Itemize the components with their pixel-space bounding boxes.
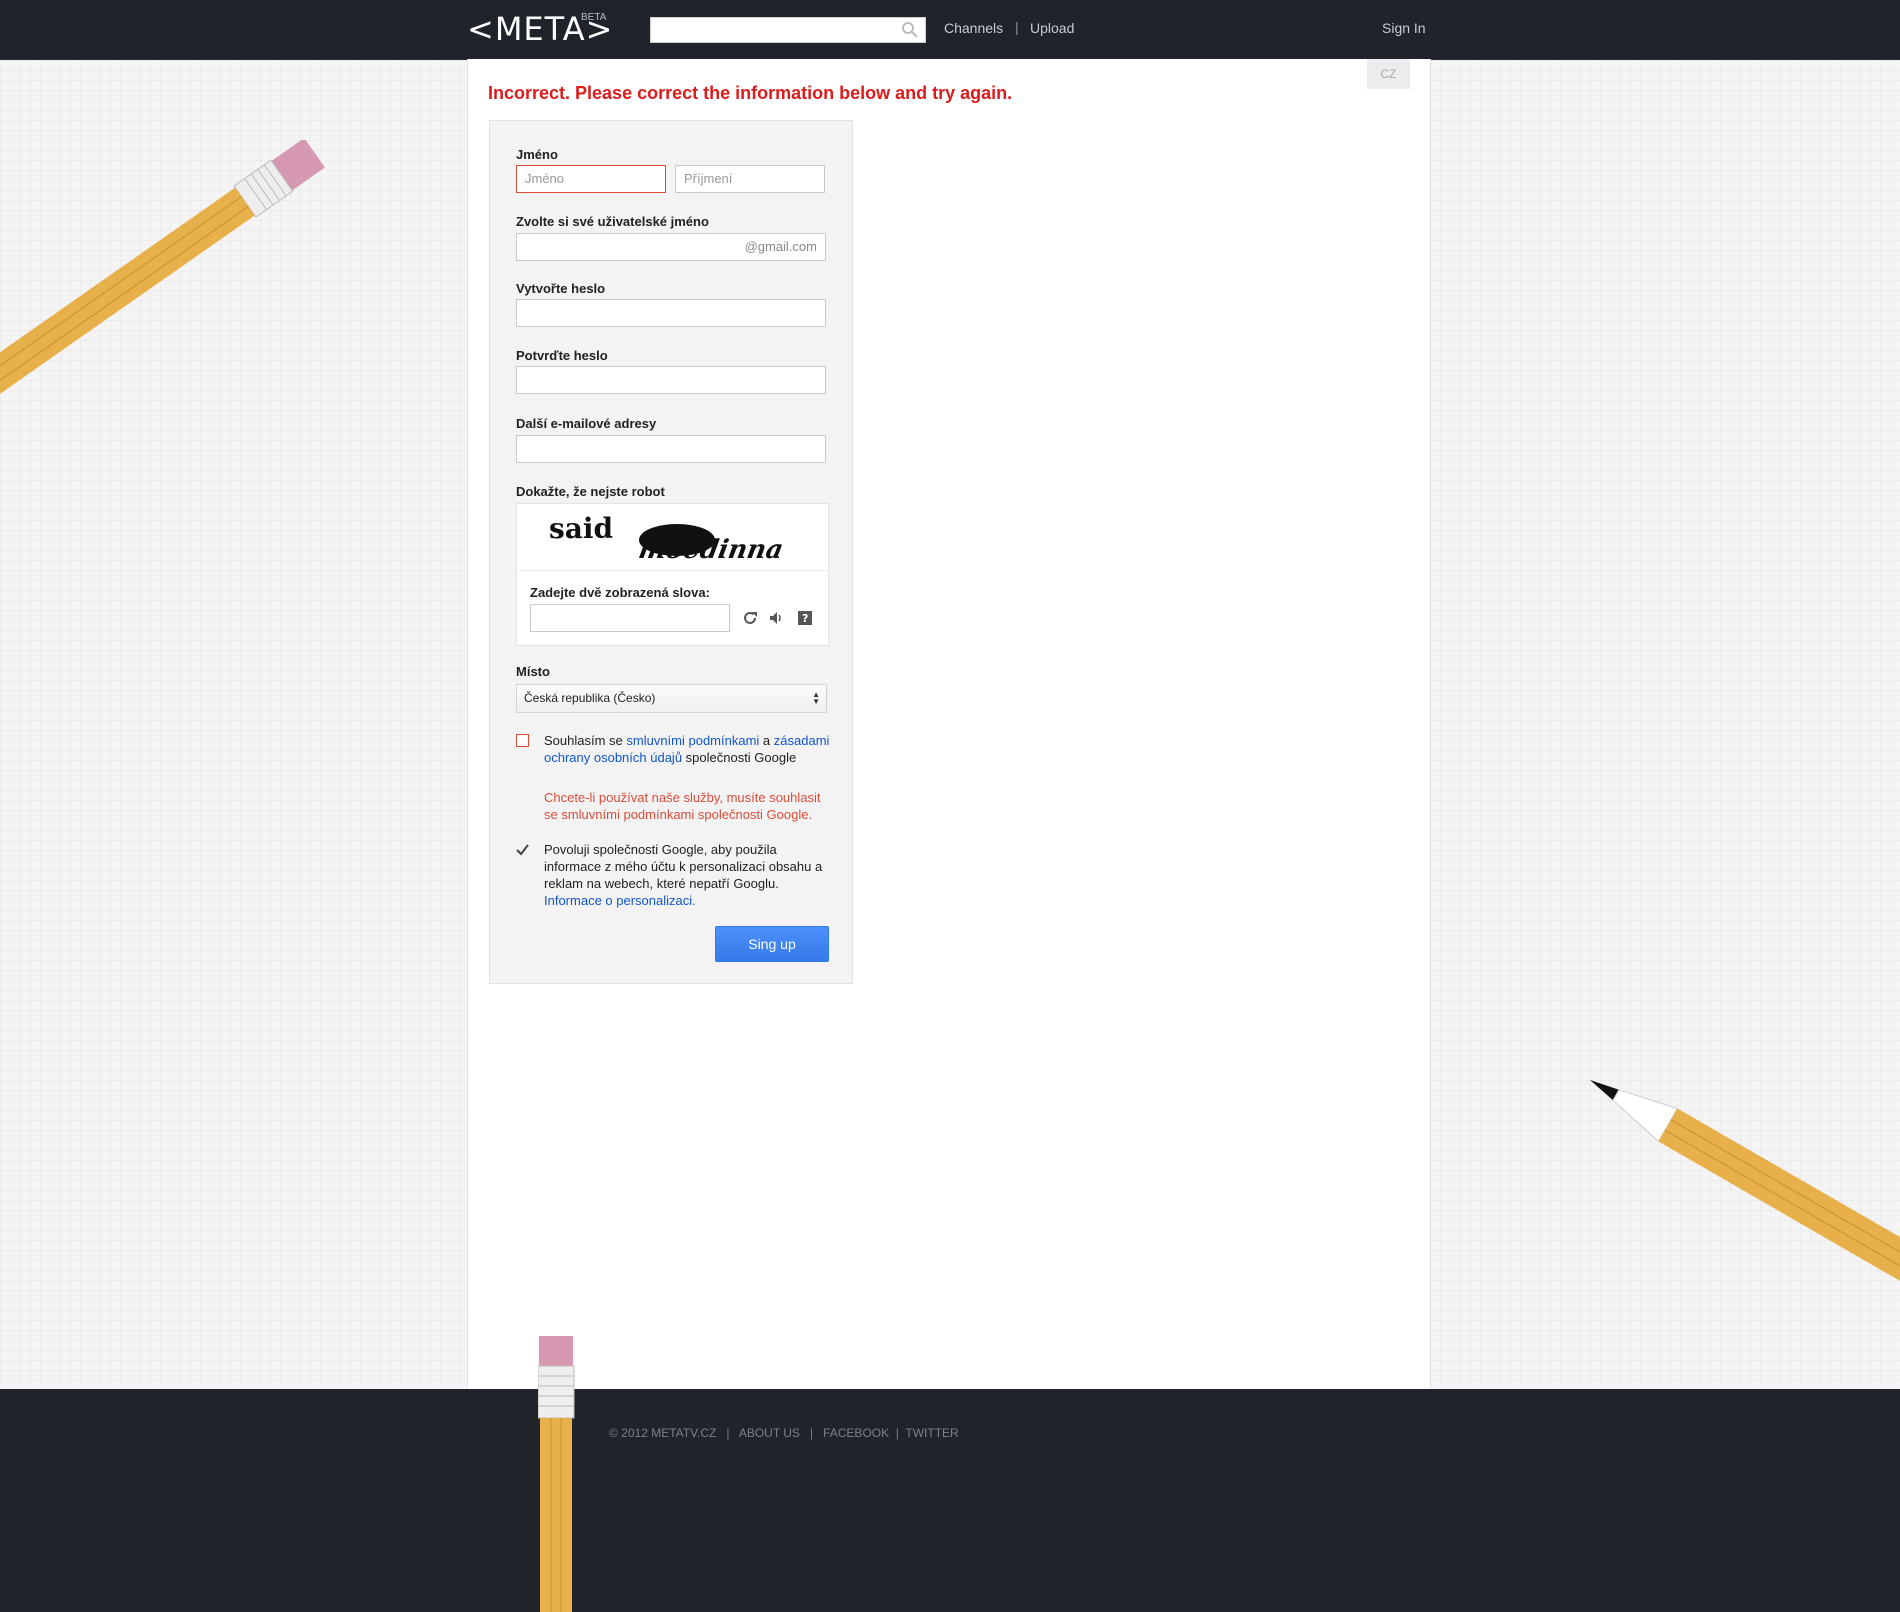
footer-facebook-link[interactable]: FACEBOOK (823, 1426, 889, 1440)
footer (0, 1389, 1900, 1612)
terms-text-prefix: Souhlasím se (544, 733, 627, 748)
nav-upload-link[interactable]: Upload (1030, 20, 1074, 36)
beta-badge: BETA (581, 12, 607, 23)
username-label: Zvolte si své uživatelské jméno (516, 214, 709, 229)
error-message: Incorrect. Please correct the informatio… (488, 83, 1013, 103)
footer-links: © 2012 METATV.CZ | ABOUT US | FACEBOOK |… (609, 1426, 959, 1440)
refresh-icon[interactable] (742, 610, 758, 626)
footer-separator: | (809, 1426, 814, 1440)
personalization-info-link[interactable]: Informace o personalizaci (544, 893, 692, 908)
username-input[interactable]: @gmail.com (516, 233, 826, 261)
audio-icon[interactable] (768, 610, 784, 626)
captcha-prompt: Zadejte dvě zobrazená slova: (530, 585, 710, 600)
personalization-link-suffix: . (692, 893, 696, 908)
gmail-suffix: @gmail.com (744, 239, 817, 254)
location-label: Místo (516, 664, 550, 679)
footer-copyright: © 2012 METATV.CZ (609, 1426, 717, 1440)
search-input[interactable] (650, 17, 926, 43)
checkmark-icon (516, 844, 529, 856)
captcha-label: Dokažte, že nejste robot (516, 484, 665, 499)
captcha-word-1: said (549, 512, 613, 545)
footer-twitter-link[interactable]: TWITTER (905, 1426, 958, 1440)
sign-up-button[interactable]: Sing up (715, 926, 829, 962)
password-input[interactable] (516, 299, 826, 327)
personalization-text: Povoluji společnosti Google, aby použila… (544, 841, 834, 909)
footer-separator: | (895, 1426, 899, 1440)
captcha-word-2: moedinna (636, 534, 785, 565)
captcha-widget: said moedinna Zadejte dvě zobrazená slov… (516, 503, 829, 646)
last-name-input[interactable]: Příjmení (675, 165, 825, 193)
pencil-illustration-footer (538, 1336, 575, 1612)
terms-error-message: Chcete-li používat naše služby, musíte s… (544, 790, 821, 822)
personalization-text-body: Povoluji společnosti Google, aby použila… (544, 842, 823, 891)
footer-separator: | (726, 1426, 730, 1440)
svg-text:?: ? (802, 612, 808, 625)
password-label: Vytvořte heslo (516, 281, 606, 296)
search-icon[interactable] (901, 21, 919, 39)
first-name-input[interactable]: Jméno (516, 165, 666, 193)
captcha-image: said moedinna (517, 504, 828, 571)
help-icon[interactable]: ? (797, 610, 813, 626)
nav-separator: | (1015, 19, 1019, 35)
terms-of-service-link[interactable]: smluvními podmínkami (626, 733, 759, 748)
select-arrows-icon: ▲ ▼ (812, 690, 820, 706)
confirm-password-input[interactable] (516, 366, 826, 394)
terms-text-mid: a (759, 733, 771, 748)
language-button[interactable]: CZ (1367, 59, 1410, 89)
confirm-password-label: Potvrďte heslo (516, 348, 608, 363)
personalization-checkbox[interactable] (516, 843, 529, 856)
location-selected-value: Česká republika (Česko) (524, 691, 656, 705)
location-select[interactable]: Česká republika (Česko) ▲ ▼ (516, 684, 827, 713)
pencil-illustration-top-left (0, 140, 325, 457)
nav-channels-link[interactable]: Channels (944, 20, 1003, 36)
name-label: Jméno (516, 147, 558, 162)
top-navigation-bar: <META> BETA Channels | Upload Sign In (0, 0, 1900, 60)
terms-text-suffix: společnosti Google (682, 750, 797, 765)
footer-about-link[interactable]: ABOUT US (739, 1426, 800, 1440)
captcha-input[interactable] (530, 604, 730, 632)
other-email-label: Další e-mailové adresy (516, 416, 657, 431)
terms-text: Souhlasím se smluvními podmínkami a zása… (544, 732, 834, 766)
pencil-illustration-right (1590, 1080, 1900, 1290)
other-email-input[interactable] (516, 435, 826, 463)
terms-checkbox[interactable] (516, 734, 529, 747)
sign-in-link[interactable]: Sign In (1382, 20, 1426, 36)
